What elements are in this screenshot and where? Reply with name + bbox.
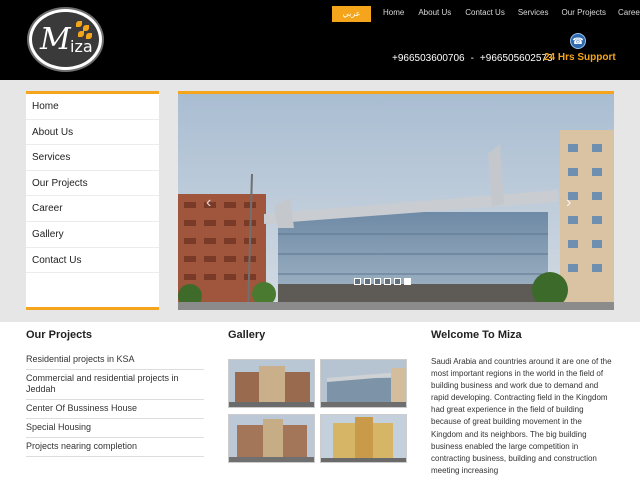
gallery-heading: Gallery (228, 329, 266, 341)
chevron-right-icon[interactable]: › (566, 194, 571, 212)
topnav-career[interactable]: Career (618, 8, 640, 18)
top-navigation: Home About Us Contact Us Services Our Pr… (383, 8, 640, 18)
logo-letters: iza (70, 37, 93, 56)
topnav-our-projects[interactable]: Our Projects (562, 8, 606, 18)
gallery-thumbnail[interactable] (320, 414, 407, 463)
welcome-paragraph: Saudi Arabia and countries around it are… (431, 357, 612, 475)
sidebar-item-contact-us[interactable]: Contact Us (26, 248, 159, 274)
slider-dot[interactable] (354, 278, 361, 285)
gallery-thumbnail[interactable] (228, 359, 315, 408)
arabic-language-button[interactable]: عربي (332, 6, 371, 22)
sidebar-item-services[interactable]: Services (26, 145, 159, 171)
leaf-icon (78, 31, 84, 37)
slider-dot-active[interactable] (404, 278, 411, 285)
topnav-services[interactable]: Services (518, 8, 549, 18)
project-link[interactable]: Special Housing (26, 419, 204, 438)
gallery-thumbnail[interactable] (320, 359, 407, 408)
project-link[interactable]: Commercial and residential projects in J… (26, 370, 204, 400)
slider-pagination (354, 278, 414, 285)
logo-letter-m: M (40, 22, 71, 57)
sidebar-item-gallery[interactable]: Gallery (26, 222, 159, 248)
sidebar-item-career[interactable]: Career (26, 196, 159, 222)
project-link[interactable]: Projects nearing completion (26, 438, 204, 457)
gallery-thumbnail[interactable] (228, 414, 315, 463)
leaf-icon (76, 21, 82, 27)
slider-dot[interactable] (364, 278, 371, 285)
slider-dot[interactable] (384, 278, 391, 285)
hero-slider[interactable]: ‹ › (178, 91, 614, 310)
phone-number-1[interactable]: +966503600706 (392, 53, 465, 64)
support-label: 24 Hrs Support (544, 52, 616, 63)
sidebar-menu: Home About Us Services Our Projects Care… (26, 91, 159, 310)
sidebar-item-home[interactable]: Home (26, 94, 159, 120)
slider-dot[interactable] (394, 278, 401, 285)
chevron-left-icon[interactable]: ‹ (206, 194, 211, 212)
slider-dot[interactable] (374, 278, 381, 285)
project-link[interactable]: Center Of Bussiness House (26, 400, 204, 419)
phone-numbers: +966503600706- +966505602573 (392, 53, 553, 65)
project-link[interactable]: Residential projects in KSA (26, 351, 204, 370)
topnav-home[interactable]: Home (383, 8, 404, 18)
site-header: M iza عربي Home About Us Contact Us Serv… (0, 0, 640, 80)
miza-logo[interactable]: M iza (27, 7, 104, 72)
phone-number-2[interactable]: +966505602573 (480, 53, 553, 64)
topnav-about-us[interactable]: About Us (418, 8, 451, 18)
support-globe-icon: ☎ (570, 33, 586, 49)
projects-list: Residential projects in KSA Commercial a… (26, 351, 204, 457)
topnav-contact-us[interactable]: Contact Us (465, 8, 505, 18)
sidebar-item-our-projects[interactable]: Our Projects (26, 171, 159, 197)
welcome-heading: Welcome To Miza (431, 329, 522, 341)
phone-separator: - (470, 53, 474, 64)
logo-badge: M iza (32, 12, 99, 67)
our-projects-heading: Our Projects (26, 329, 93, 341)
sidebar-item-about-us[interactable]: About Us (26, 120, 159, 146)
leaf-icon (86, 33, 92, 39)
